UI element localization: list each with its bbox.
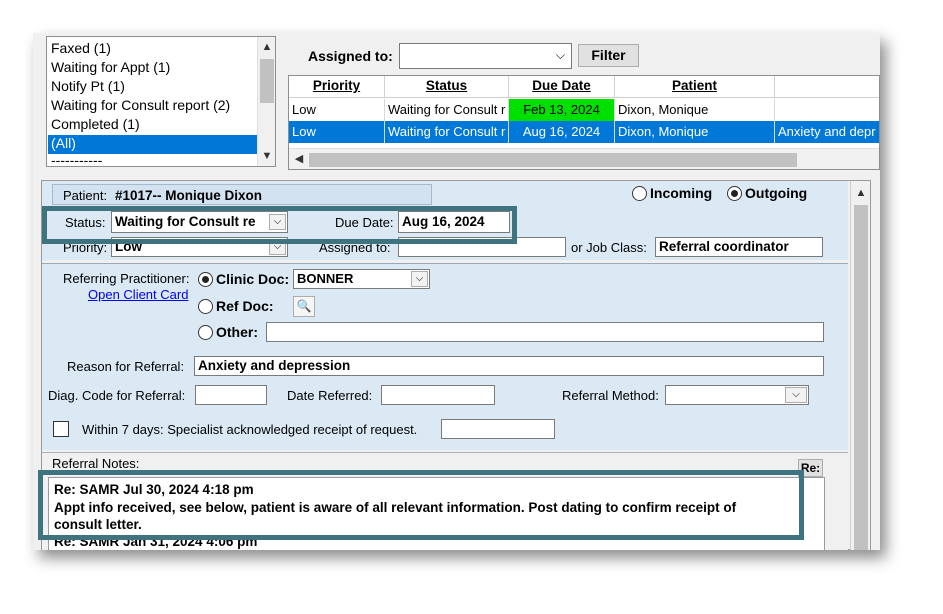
diag-code-label: Diag. Code for Referral: (48, 388, 186, 403)
status-filter-list[interactable]: Faxed (1) Waiting for Appt (1) Notify Pt… (46, 36, 276, 168)
open-client-card-link[interactable]: Open Client Card (88, 287, 188, 302)
col-due-date[interactable]: Due Date (509, 76, 615, 98)
job-class-label: or Job Class: (571, 240, 647, 255)
status-item-faxed[interactable]: Faxed (1) (51, 40, 111, 56)
detail-scrollbar[interactable]: ▲ (850, 181, 870, 550)
cell-reason[interactable]: Anxiety and depr (775, 121, 879, 143)
col-status[interactable]: Status (385, 76, 509, 98)
clinic-doc-combo[interactable]: BONNER ⌵ (293, 269, 430, 289)
reason-value: Anxiety and depression (198, 358, 351, 373)
other-radio[interactable] (198, 325, 213, 340)
highlight-referral-notes (38, 470, 804, 540)
outgoing-radio[interactable] (727, 186, 742, 201)
referral-method-combo[interactable]: ⌵ (665, 385, 809, 405)
assigned-to-label: Assigned to: (308, 48, 393, 64)
scroll-down-icon[interactable]: ▼ (259, 148, 275, 164)
within-7-days-label: Within 7 days: Specialist acknowledged r… (82, 422, 418, 437)
col-priority[interactable]: Priority (289, 76, 385, 98)
app-window: Faxed (1) Waiting for Appt (1) Notify Pt… (33, 33, 880, 550)
incoming-label: Incoming (650, 185, 713, 201)
within-7-days-checkbox[interactable] (53, 421, 69, 437)
scroll-thumb[interactable] (309, 153, 797, 167)
outgoing-label: Outgoing (745, 185, 808, 201)
referral-notes-label: Referral Notes: (52, 456, 140, 471)
date-referred-label: Date Referred: (287, 388, 373, 403)
status-list-scrollbar[interactable]: ▲ ▼ (257, 37, 275, 166)
status-item-completed[interactable]: Completed (1) (51, 116, 140, 132)
clinic-doc-radio[interactable] (198, 272, 213, 287)
within-7-days-field[interactable] (441, 419, 555, 439)
patient-name: #1017-- Monique Dixon (115, 188, 263, 203)
scroll-thumb[interactable] (854, 205, 868, 550)
cell-patient[interactable]: Dixon, Monique (615, 99, 775, 121)
job-class-value: Referral coordinator (659, 239, 789, 254)
referral-method-label: Referral Method: (562, 388, 659, 403)
status-item-waiting-appt[interactable]: Waiting for Appt (1) (51, 59, 170, 75)
cell-patient[interactable]: Dixon, Monique (615, 121, 775, 143)
cell-due-date[interactable]: Aug 16, 2024 (509, 121, 615, 143)
cell-status[interactable]: Waiting for Consult r (385, 99, 509, 121)
chevron-down-icon[interactable]: ⌵ (785, 387, 807, 403)
ref-doc-label: Ref Doc: (216, 298, 274, 314)
clinic-doc-label: Clinic Doc: (216, 271, 290, 287)
col-extra (775, 76, 879, 98)
scroll-up-icon[interactable]: ▲ (259, 39, 275, 55)
diag-code-field[interactable] (195, 385, 267, 405)
filter-button[interactable]: Filter (578, 44, 639, 67)
cell-due-date-overdue[interactable]: Feb 13, 2024 (509, 99, 615, 121)
grid-horizontal-scrollbar[interactable]: ◀ (289, 148, 879, 169)
cell-status[interactable]: Waiting for Consult r (385, 121, 509, 143)
other-label: Other: (216, 324, 258, 340)
other-field[interactable] (266, 322, 824, 342)
scroll-left-icon[interactable]: ◀ (291, 151, 307, 167)
referring-practitioner-label: Referring Practitioner: (63, 271, 190, 286)
reason-label: Reason for Referral: (67, 359, 185, 374)
job-class-field[interactable]: Referral coordinator (655, 237, 823, 257)
incoming-radio[interactable] (632, 186, 647, 201)
patient-label: Patient: (63, 188, 108, 203)
ref-doc-radio[interactable] (198, 299, 213, 314)
cell-priority[interactable]: Low (289, 121, 385, 143)
scroll-thumb[interactable] (260, 59, 274, 103)
scroll-up-icon[interactable]: ▲ (853, 185, 869, 201)
date-referred-field[interactable] (381, 385, 495, 405)
search-icon[interactable]: 🔍 (293, 296, 315, 317)
assigned-to-combo[interactable]: ⌵ (399, 43, 572, 69)
col-patient[interactable]: Patient (615, 76, 775, 98)
clinic-doc-value: BONNER (297, 271, 354, 286)
cell-priority[interactable]: Low (289, 99, 385, 121)
highlight-status-due-date (42, 206, 517, 244)
status-item-notify-pt[interactable]: Notify Pt (1) (51, 78, 125, 94)
referrals-grid: Priority Status Due Date Patient Low Wai… (288, 75, 880, 170)
status-item-separator: ----------- (51, 152, 103, 168)
chevron-down-icon[interactable]: ⌵ (556, 48, 565, 63)
chevron-down-icon[interactable]: ⌵ (411, 271, 428, 287)
status-item-waiting-consult[interactable]: Waiting for Consult report (2) (51, 97, 230, 113)
reason-field[interactable]: Anxiety and depression (194, 356, 824, 376)
